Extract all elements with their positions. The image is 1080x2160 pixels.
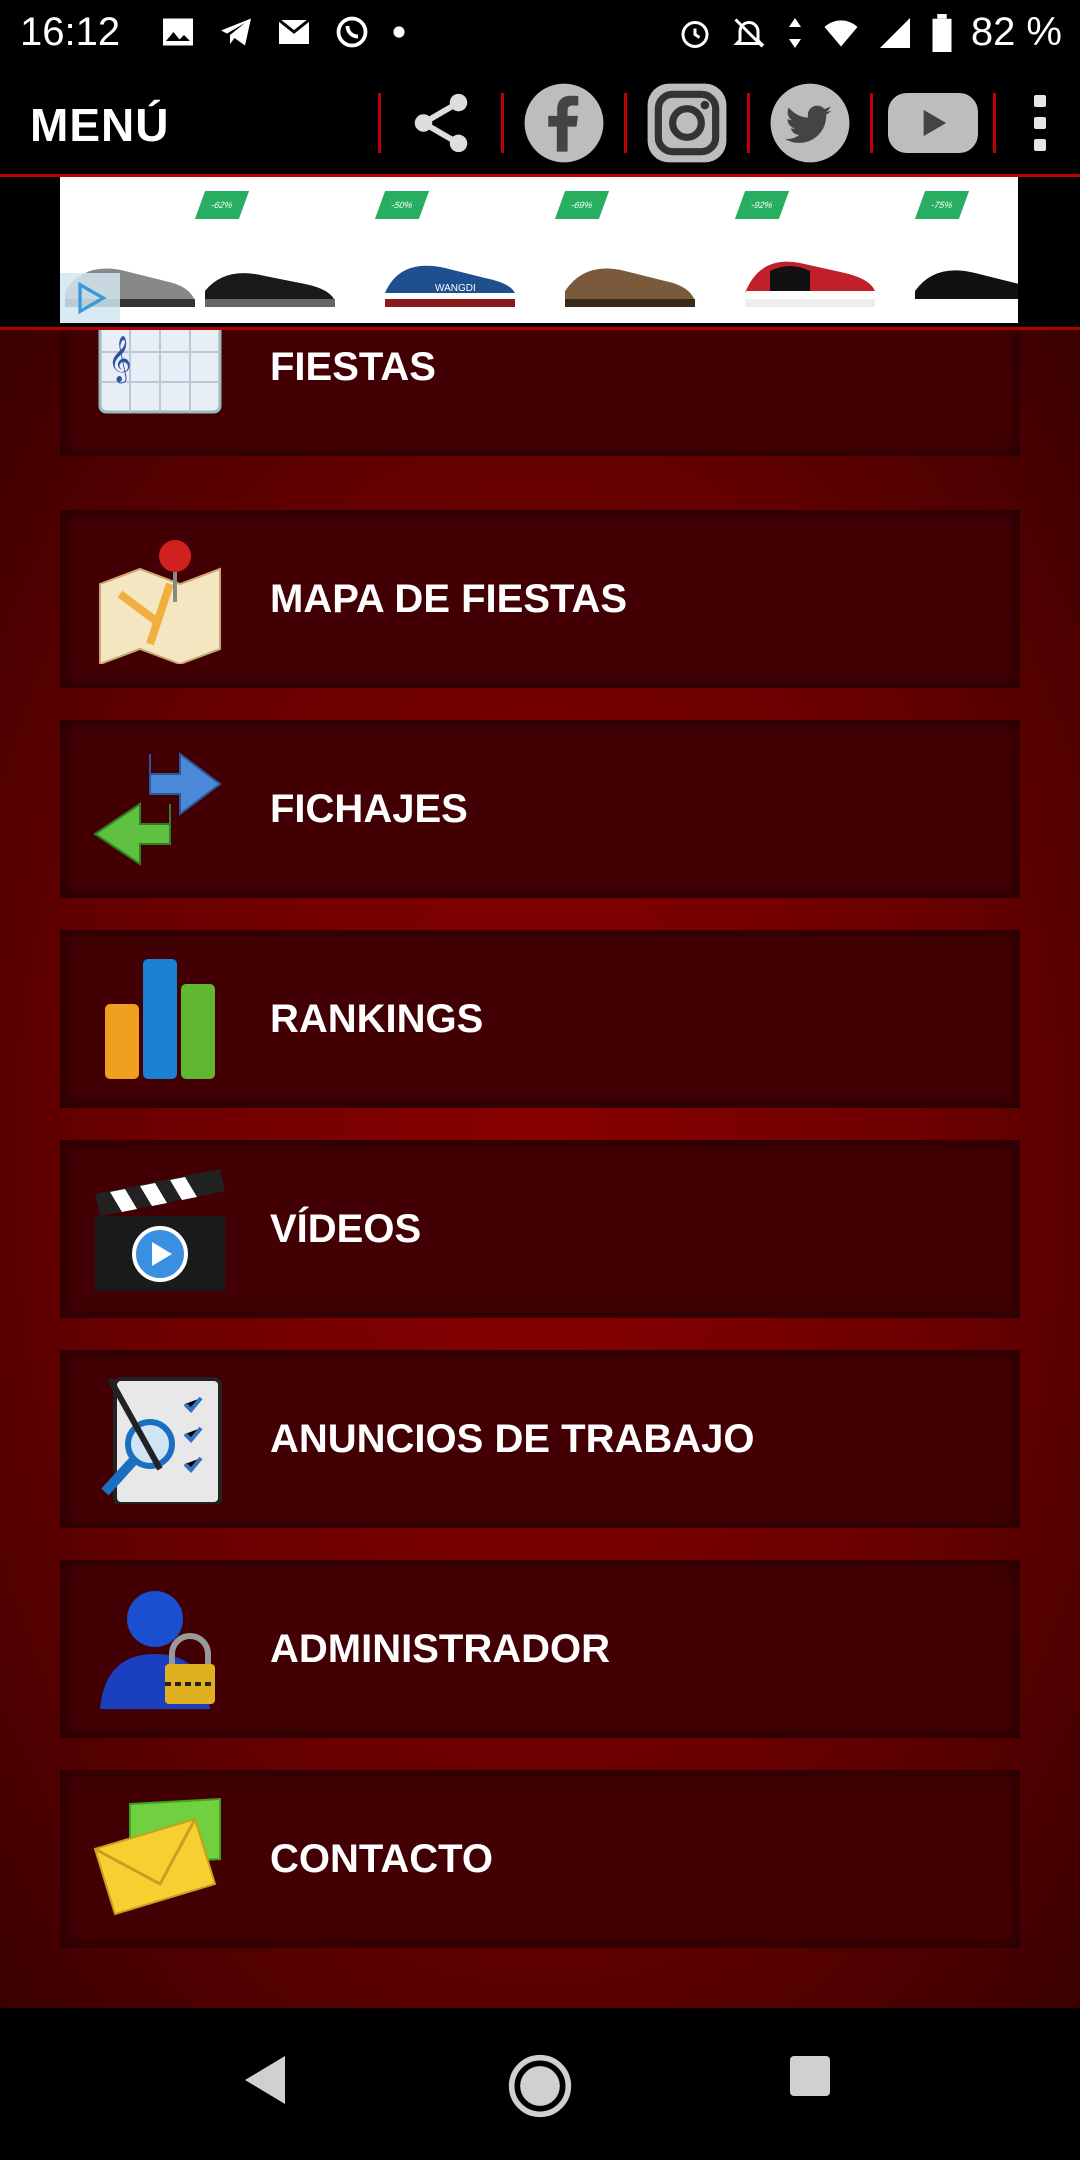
header-separator bbox=[624, 93, 627, 153]
whatsapp-icon bbox=[336, 16, 368, 48]
alarm-icon bbox=[681, 20, 709, 48]
status-bar: 16:12 82 % bbox=[0, 0, 1080, 72]
facebook-icon bbox=[524, 83, 604, 163]
youtube-icon bbox=[888, 93, 978, 153]
gmail-icon bbox=[278, 18, 310, 44]
data-arrows-icon bbox=[788, 17, 801, 48]
menu-item-label: ANUNCIOS DE TRABAJO bbox=[270, 1417, 755, 1461]
instagram-button[interactable] bbox=[641, 77, 733, 169]
svg-text:𝄞: 𝄞 bbox=[108, 336, 132, 384]
transfer-arrows-icon bbox=[93, 752, 222, 866]
menu-item-fiestas[interactable]: 𝄞 FIESTAS bbox=[60, 330, 1020, 456]
telegram-icon bbox=[221, 18, 251, 46]
wifi-icon bbox=[824, 19, 858, 46]
instagram-icon bbox=[647, 83, 727, 163]
home-icon[interactable] bbox=[506, 2052, 574, 2120]
menu-item-label: CONTACTO bbox=[270, 1837, 493, 1881]
menu-item-fichajes[interactable]: FICHAJES bbox=[60, 720, 1020, 898]
menu-item-videos[interactable]: VÍDEOS bbox=[60, 1140, 1020, 1318]
recents-icon[interactable] bbox=[786, 2052, 834, 2100]
ad-info-icon[interactable] bbox=[60, 273, 120, 323]
notifications-off-icon bbox=[733, 17, 765, 48]
shoe-image bbox=[915, 270, 1018, 307]
dot-icon bbox=[393, 26, 405, 38]
discount-tag: -50% bbox=[374, 191, 430, 219]
menu-item-administrador[interactable]: ADMINISTRADOR bbox=[60, 1560, 1020, 1738]
status-time: 16:12 bbox=[20, 10, 121, 54]
menu-title[interactable]: MENÚ bbox=[30, 98, 169, 152]
twitter-icon bbox=[770, 83, 850, 163]
map-pin-icon bbox=[99, 540, 221, 664]
shoe-image bbox=[745, 261, 875, 307]
header-separator bbox=[870, 93, 873, 153]
battery-icon bbox=[932, 13, 952, 52]
shoe-image bbox=[565, 268, 695, 307]
menu-item-label: FIESTAS bbox=[270, 345, 436, 389]
share-icon bbox=[414, 93, 468, 153]
share-button[interactable] bbox=[395, 77, 487, 169]
menu-item-label: ADMINISTRADOR bbox=[270, 1627, 610, 1671]
twitter-button[interactable] bbox=[764, 77, 856, 169]
system-nav-bar bbox=[0, 2008, 1080, 2160]
bar-chart-icon bbox=[105, 959, 215, 1079]
header-separator bbox=[501, 93, 504, 153]
discount-tag: -75% bbox=[914, 191, 970, 219]
discount-tag: -62% bbox=[194, 191, 250, 219]
svg-text:WANGDI: WANGDI bbox=[435, 283, 476, 294]
ad-zone: -62% -50% WANGDI -69% -92% -75% bbox=[0, 177, 1080, 330]
discount-tag: -69% bbox=[554, 191, 610, 219]
menu-item-label: FICHAJES bbox=[270, 787, 468, 831]
signal-icon bbox=[879, 17, 910, 48]
envelope-icon bbox=[93, 1797, 221, 1916]
job-search-icon bbox=[101, 1377, 222, 1504]
facebook-button[interactable] bbox=[518, 77, 610, 169]
youtube-button[interactable] bbox=[887, 77, 979, 169]
shoe-image: WANGDI bbox=[385, 265, 515, 307]
admin-lock-icon bbox=[100, 1591, 215, 1709]
header-separator bbox=[747, 93, 750, 153]
menu-item-anuncios-de-trabajo[interactable]: ANUNCIOS DE TRABAJO bbox=[60, 1350, 1020, 1528]
app-header: MENÚ bbox=[0, 72, 1080, 177]
battery-percent: 82 % bbox=[970, 10, 1062, 54]
discount-tag: -92% bbox=[734, 191, 790, 219]
menu-list: 𝄞 FIESTAS MAPA DE FIESTAS FICHAJES RANKI… bbox=[0, 330, 1080, 2008]
menu-item-label: RANKINGS bbox=[270, 997, 484, 1041]
clapperboard-icon bbox=[95, 1169, 225, 1291]
menu-item-label: VÍDEOS bbox=[270, 1207, 422, 1251]
menu-item-contacto[interactable]: CONTACTO bbox=[60, 1770, 1020, 1948]
ad-banner[interactable]: -62% -50% WANGDI -69% -92% -75% bbox=[60, 177, 1018, 323]
menu-item-mapa-de-fiestas[interactable]: MAPA DE FIESTAS bbox=[60, 510, 1020, 688]
shoe-image bbox=[205, 273, 335, 307]
menu-item-rankings[interactable]: RANKINGS bbox=[60, 930, 1020, 1108]
header-separator bbox=[378, 93, 381, 153]
menu-item-label: MAPA DE FIESTAS bbox=[270, 577, 628, 621]
more-vert-icon[interactable] bbox=[1020, 77, 1060, 169]
header-separator bbox=[993, 93, 996, 153]
gallery-icon bbox=[163, 18, 193, 46]
back-icon[interactable] bbox=[240, 2052, 290, 2108]
calendar-music-icon: 𝄞 bbox=[98, 330, 222, 414]
